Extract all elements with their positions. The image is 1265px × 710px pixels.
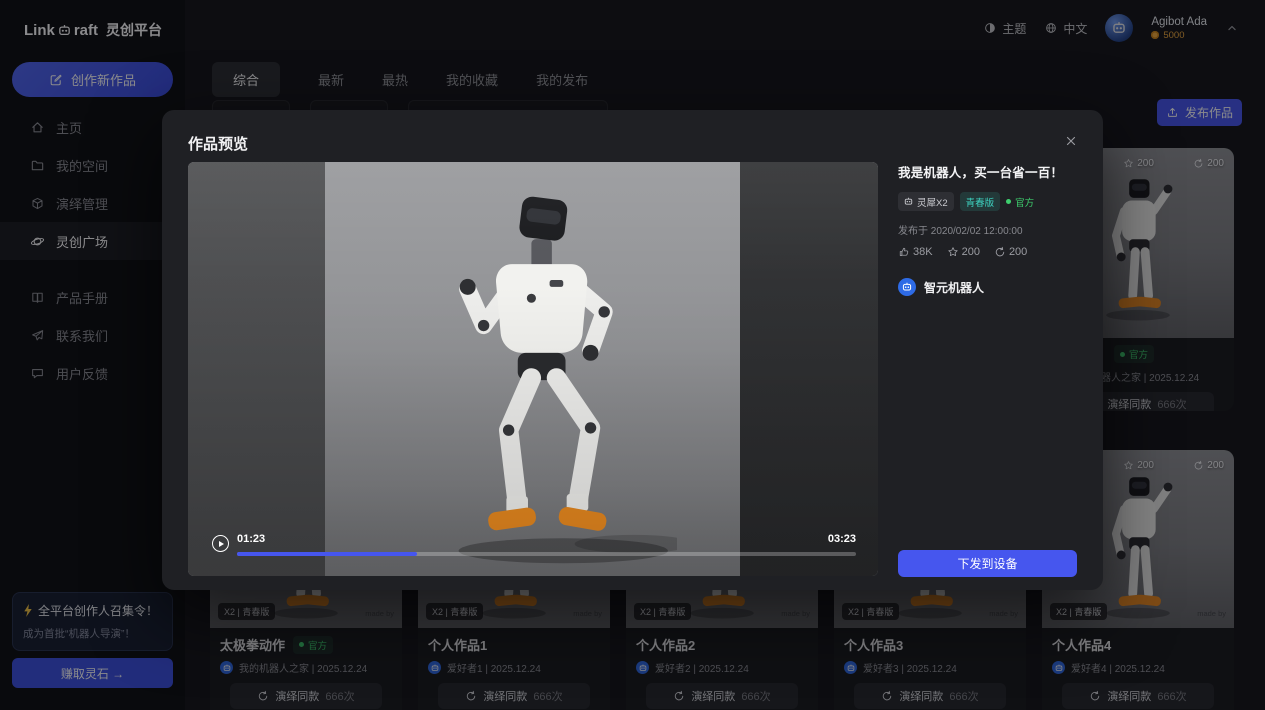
robot-badge-icon (904, 197, 913, 206)
progress-bar[interactable] (237, 552, 856, 556)
play-button[interactable] (212, 535, 229, 552)
stars-stat: 200 (947, 246, 980, 258)
author-row[interactable]: 智元机器人 (898, 278, 1077, 296)
progress-fill (237, 552, 417, 556)
work-info-panel: 我是机器人，买一台省一百！ 灵犀X2 青春版 官方 发布于 2020/02/02… (898, 162, 1077, 296)
work-badges: 灵犀X2 青春版 官方 (898, 192, 1077, 211)
author-avatar (898, 278, 916, 296)
author-name: 智元机器人 (924, 279, 984, 296)
thumbs-up-icon (898, 246, 910, 258)
share-loop-icon (994, 246, 1006, 258)
play-icon (219, 541, 224, 547)
close-icon (1064, 134, 1078, 148)
author-robot-icon (902, 282, 912, 292)
video-player[interactable]: 01:23 03:23 (188, 162, 878, 576)
green-dot-icon (1006, 199, 1011, 204)
close-button[interactable] (1061, 131, 1081, 151)
work-title: 我是机器人，买一台省一百！ (898, 162, 1077, 181)
modal-title: 作品预览 (188, 133, 248, 154)
edition-badge: 青春版 (960, 192, 1001, 211)
video-vignette (188, 162, 878, 576)
work-stats: 38K 200 200 (898, 246, 1077, 258)
publish-date: 发布于 2020/02/02 12:00:00 (898, 222, 1077, 237)
likes-stat: 38K (898, 246, 933, 258)
model-badge: 灵犀X2 (898, 192, 954, 211)
send-to-device-button[interactable]: 下发到设备 (898, 550, 1077, 577)
star-icon (947, 246, 959, 258)
total-time: 03:23 (828, 533, 856, 545)
work-preview-modal: 作品预览 01:23 03:23 我是机器人，买一台省一百！ 灵犀X2 (162, 110, 1103, 590)
shares-stat: 200 (994, 246, 1027, 258)
app-root: Link raft 灵创平台 创作新作品 主页 我的空间 演绎管理 (0, 0, 1265, 710)
official-badge: 官方 (1006, 195, 1034, 209)
current-time: 01:23 (237, 533, 265, 545)
